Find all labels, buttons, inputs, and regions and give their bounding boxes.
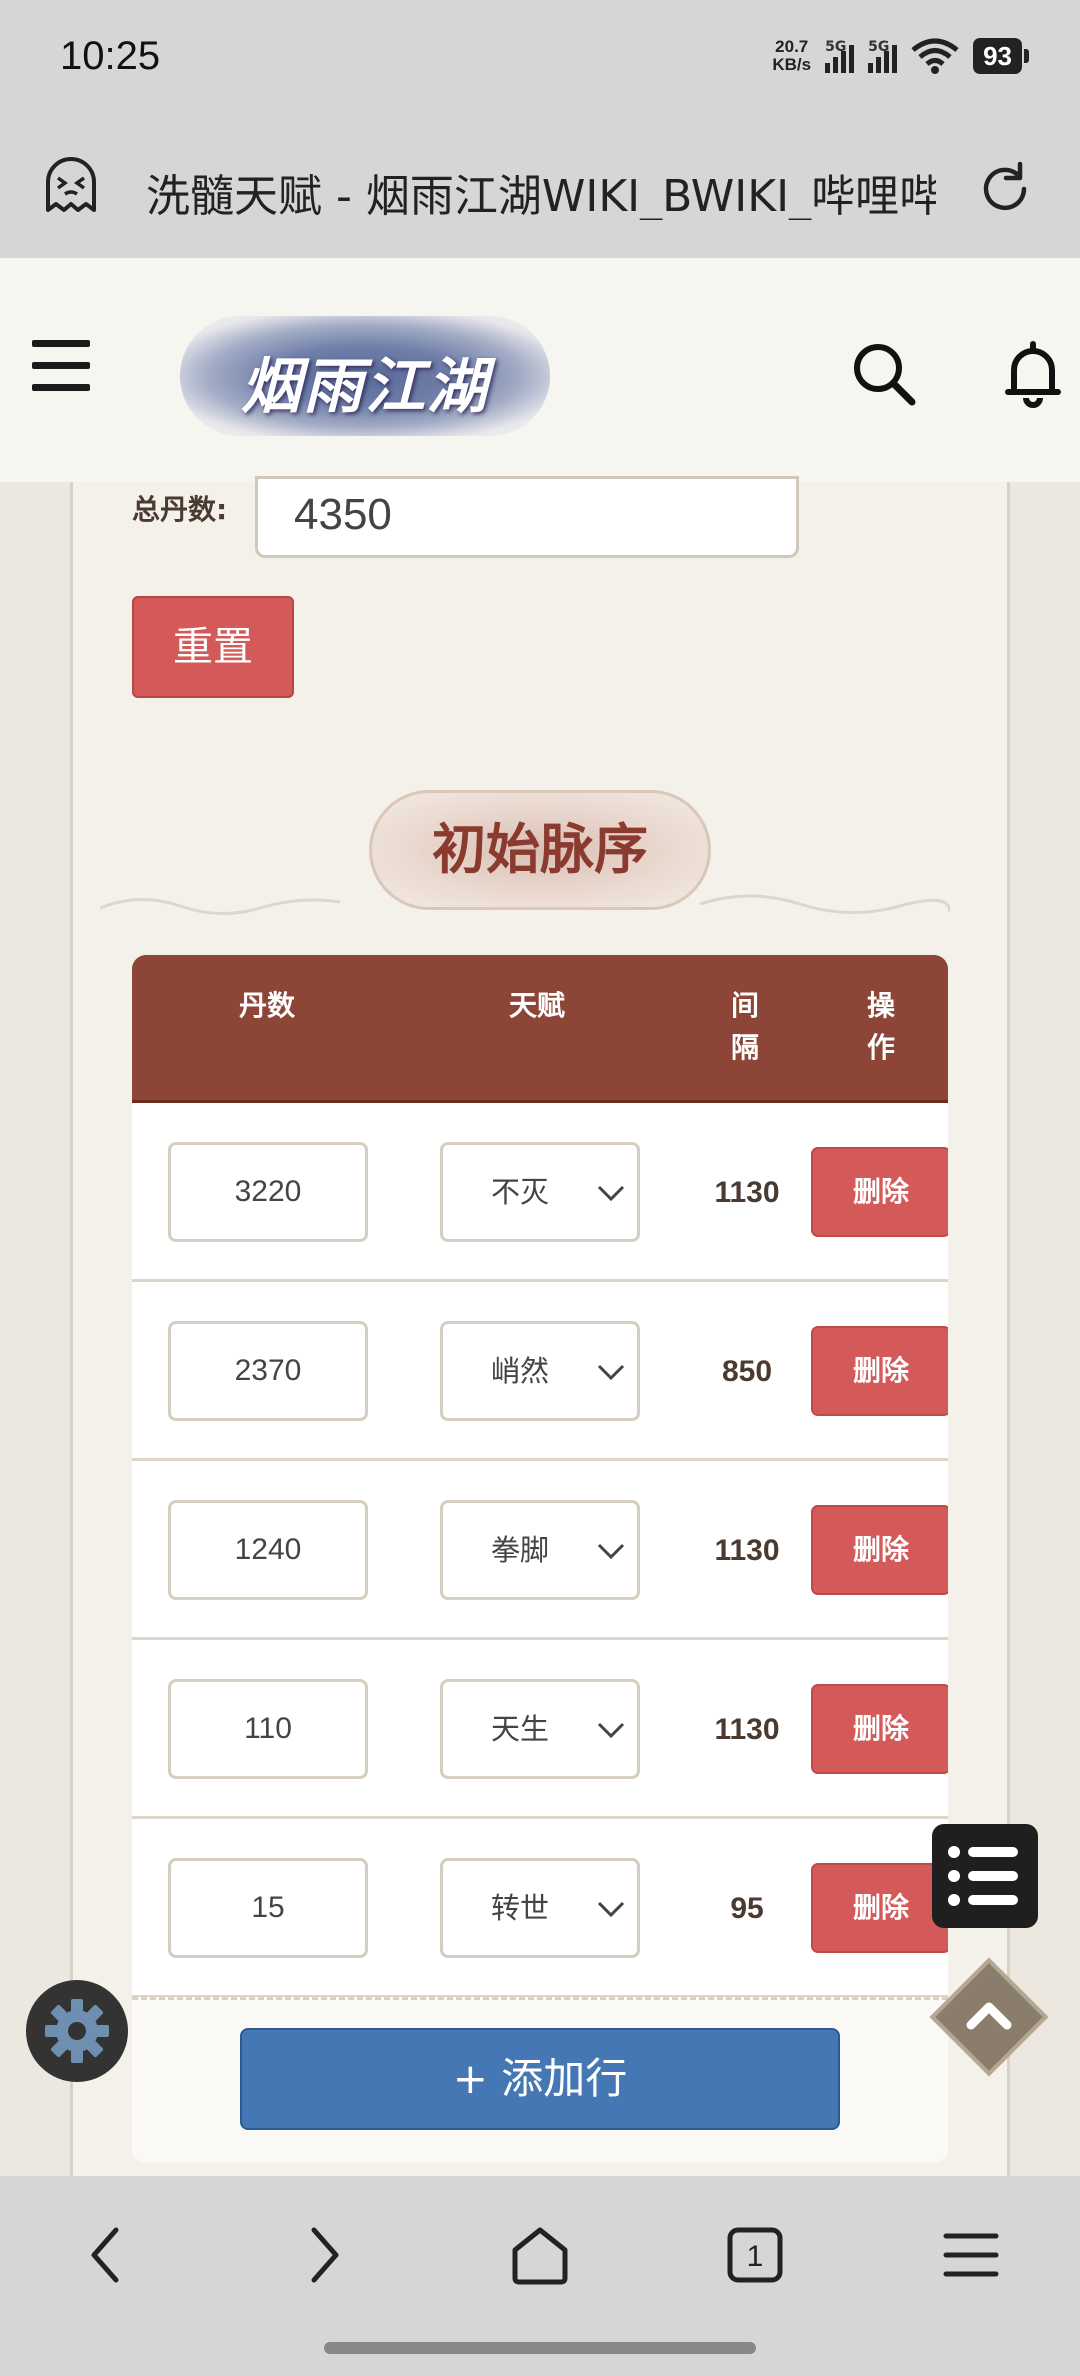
network-speed-unit: KB/s — [772, 55, 812, 74]
bell-icon[interactable] — [1000, 338, 1066, 408]
interval-value: 95 — [730, 1892, 764, 1925]
home-indicator[interactable] — [324, 2342, 756, 2354]
talent-select-value: 峭然 — [491, 1354, 550, 1388]
back-icon[interactable] — [72, 2220, 142, 2290]
status-time: 10:25 — [60, 34, 161, 78]
delete-button[interactable]: 删除 — [811, 1684, 948, 1774]
interval-value: 1130 — [714, 1713, 780, 1746]
header-action: 操作 — [866, 989, 895, 1064]
site-logo[interactable]: 烟雨江湖 — [180, 316, 550, 436]
talent-select-value: 转世 — [491, 1891, 550, 1925]
talent-table: 丹数 天赋 间隔 操作 3220 不灭 1130 删除 2370 峭然 850 … — [132, 955, 948, 2163]
chevron-down-icon — [597, 1543, 625, 1560]
page-title[interactable]: 洗髓天赋 - 烟雨江湖WIKI_BWIKI_哔哩哔哩 — [146, 160, 936, 220]
reload-icon[interactable] — [974, 158, 1036, 220]
table-row: 2370 峭然 850 删除 — [132, 1282, 948, 1461]
wifi-icon — [911, 38, 959, 74]
home-icon[interactable] — [505, 2220, 575, 2290]
talent-select[interactable]: 转世 — [440, 1858, 640, 1958]
tabs-icon: 1 — [727, 2227, 783, 2283]
chevron-up-icon — [966, 2002, 1012, 2030]
menu-icon[interactable] — [936, 2220, 1006, 2290]
talent-select[interactable]: 不灭 — [440, 1142, 640, 1242]
talent-select-value: 天生 — [491, 1712, 550, 1746]
pills-input[interactable]: 2370 — [168, 1321, 368, 1421]
signal-icon: 5G — [825, 39, 855, 73]
signal-icon: 5G — [868, 39, 898, 73]
ghost-face-icon[interactable] — [40, 156, 102, 218]
tabs-button[interactable]: 1 — [720, 2220, 790, 2290]
add-row-button[interactable]: + 添加行 — [240, 2028, 840, 2130]
logo-text: 烟雨江湖 — [241, 352, 489, 422]
settings-button[interactable] — [26, 1980, 128, 2082]
talent-select-value: 不灭 — [491, 1175, 550, 1209]
forward-icon[interactable] — [288, 2220, 358, 2290]
total-pills-input[interactable]: 4350 — [255, 476, 799, 558]
chevron-down-icon — [597, 1364, 625, 1381]
table-row: 1240 拳脚 1130 删除 — [132, 1461, 948, 1640]
interval-value: 1130 — [714, 1176, 780, 1209]
talent-select-value: 拳脚 — [491, 1533, 550, 1567]
add-row-area: + 添加行 — [132, 1997, 948, 2163]
pills-input[interactable]: 1240 — [168, 1500, 368, 1600]
reset-button[interactable]: 重置 — [132, 596, 294, 698]
pills-input[interactable]: 3220 — [168, 1142, 368, 1242]
search-icon[interactable] — [850, 340, 918, 408]
table-row: 110 天生 1130 删除 — [132, 1640, 948, 1819]
chevron-down-icon — [597, 1722, 625, 1739]
chevron-down-icon — [597, 1185, 625, 1202]
delete-button[interactable]: 删除 — [811, 1863, 948, 1953]
talent-select[interactable]: 天生 — [440, 1679, 640, 1779]
total-pills-label: 总丹数: — [132, 493, 228, 526]
header-talent: 天赋 — [508, 989, 565, 1022]
table-row: 15 转世 95 删除 — [132, 1819, 948, 1998]
browser-url-bar: 洗髓天赋 - 烟雨江湖WIKI_BWIKI_哔哩哔哩 — [0, 120, 1080, 258]
sim2-label: 5G — [868, 39, 890, 55]
header-pills: 丹数 — [238, 989, 295, 1022]
pills-input[interactable]: 15 — [168, 1858, 368, 1958]
interval-value: 850 — [721, 1355, 773, 1388]
delete-button[interactable]: 删除 — [811, 1147, 948, 1237]
delete-button[interactable]: 删除 — [811, 1326, 948, 1416]
network-speed: 20.7 KB/s — [772, 38, 811, 74]
tab-count: 1 — [747, 2240, 764, 2273]
toc-button[interactable] — [932, 1824, 1038, 1928]
header-interval: 间隔 — [730, 989, 759, 1064]
sim1-label: 5G — [825, 39, 847, 55]
site-header: 烟雨江湖 — [0, 258, 1080, 482]
chevron-down-icon — [597, 1901, 625, 1918]
talent-select[interactable]: 峭然 — [440, 1321, 640, 1421]
section-title: 初始脉序 — [369, 790, 711, 910]
talent-select[interactable]: 拳脚 — [440, 1500, 640, 1600]
list-icon — [948, 1846, 1018, 1906]
delete-button[interactable]: 删除 — [811, 1505, 948, 1595]
status-bar: 10:25 20.7 KB/s 5G 5G 93 — [0, 0, 1080, 120]
battery-indicator: 93 — [973, 38, 1029, 74]
table-row: 3220 不灭 1130 删除 — [132, 1103, 948, 1282]
hamburger-icon[interactable] — [32, 340, 90, 392]
table-header: 丹数 天赋 间隔 操作 — [132, 955, 948, 1103]
decorative-wave — [100, 898, 340, 915]
decorative-wave — [700, 894, 950, 915]
gear-icon — [45, 1999, 109, 2063]
interval-value: 1130 — [714, 1534, 780, 1567]
pills-input[interactable]: 110 — [168, 1679, 368, 1779]
status-icons: 20.7 KB/s 5G 5G 93 — [772, 38, 1029, 74]
network-speed-value: 20.7 — [775, 37, 809, 56]
